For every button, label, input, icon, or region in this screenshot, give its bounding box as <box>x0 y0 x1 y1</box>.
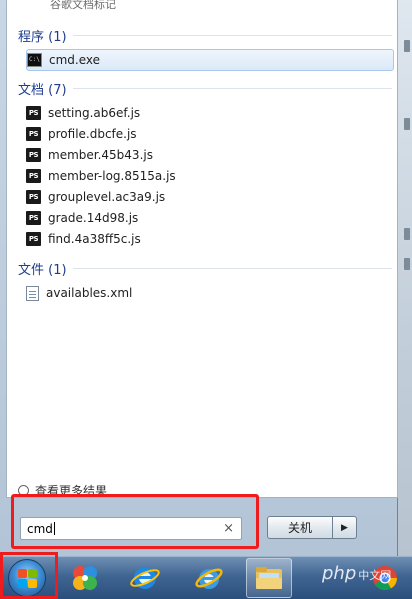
highlight-annotation-search <box>11 494 259 549</box>
shutdown-button[interactable]: 关机 <box>267 516 333 539</box>
highlight-annotation-start <box>0 552 58 599</box>
result-label: grade.14d98.js <box>48 211 139 225</box>
section-title: 文档 (7) <box>18 83 67 98</box>
result-label: find.4a38ff5c.js <box>48 232 141 246</box>
ps-file-icon: PS <box>26 211 41 225</box>
section-files: 文件 (1) <box>18 259 392 278</box>
result-item-document[interactable]: PS find.4a38ff5c.js <box>26 228 392 250</box>
shutdown-options-button[interactable]: ▶ <box>333 516 357 539</box>
start-menu: 谷歌文档标记 程序 (1) C:\ cmd.exe 文档 (7) PS sett… <box>0 0 398 556</box>
section-documents: 文档 (7) <box>18 79 392 98</box>
result-item-document[interactable]: PS member.45b43.js <box>26 144 392 166</box>
result-label: profile.dbcfe.js <box>48 127 137 141</box>
result-item-document[interactable]: PS profile.dbcfe.js <box>26 123 392 145</box>
ps-file-icon: PS <box>26 127 41 141</box>
desktop-background <box>398 0 412 556</box>
pinwheel-icon <box>73 566 97 590</box>
ie-icon <box>130 567 160 589</box>
watermark-text: php <box>322 563 357 584</box>
section-divider <box>72 88 392 89</box>
result-label: cmd.exe <box>49 53 101 67</box>
ps-file-icon: PS <box>26 169 41 183</box>
ps-file-icon: PS <box>26 106 41 120</box>
ie-icon <box>195 568 223 589</box>
chevron-right-icon: ▶ <box>341 522 348 533</box>
folder-icon <box>256 567 282 589</box>
watermark-suffix: 中文网 <box>358 569 392 582</box>
ps-file-icon: PS <box>26 232 41 246</box>
section-divider <box>72 35 392 36</box>
section-title: 文件 (1) <box>18 263 67 278</box>
section-divider <box>72 268 392 269</box>
ps-file-icon: PS <box>26 190 41 204</box>
section-title: 程序 (1) <box>18 30 67 45</box>
xml-file-icon <box>26 285 39 301</box>
desktop-icon-fragment <box>404 228 410 240</box>
result-label: member-log.8515a.js <box>48 169 176 183</box>
result-item-document[interactable]: PS grouplevel.ac3a9.js <box>26 186 392 208</box>
section-programs: 程序 (1) <box>18 26 392 45</box>
desktop-icon-fragment <box>404 258 410 270</box>
clipped-item-label: 谷歌文档标记 <box>50 0 116 11</box>
ps-file-icon: PS <box>26 148 41 162</box>
taskbar-photo-app[interactable] <box>62 558 108 598</box>
result-label: setting.ab6ef.js <box>48 106 141 120</box>
shutdown-label: 关机 <box>287 521 312 535</box>
taskbar-ie-browser[interactable] <box>186 558 232 598</box>
result-item-cmd[interactable]: C:\ cmd.exe <box>26 49 394 71</box>
taskbar-internet-explorer[interactable] <box>122 558 168 598</box>
result-label: grouplevel.ac3a9.js <box>48 190 166 204</box>
result-item-document[interactable]: PS setting.ab6ef.js <box>26 102 392 124</box>
taskbar-file-explorer[interactable] <box>246 558 292 598</box>
cmd-icon: C:\ <box>27 53 42 67</box>
result-label: member.45b43.js <box>48 148 153 162</box>
desktop-icon-fragment <box>404 40 410 52</box>
result-label: availables.xml <box>46 286 133 300</box>
result-item-document[interactable]: PS member-log.8515a.js <box>26 165 392 187</box>
desktop-icon-fragment <box>404 118 410 130</box>
result-item-document[interactable]: PS grade.14d98.js <box>26 207 392 229</box>
result-item-file[interactable]: availables.xml <box>26 282 392 304</box>
watermark-logo: php 中文网 <box>322 563 391 584</box>
